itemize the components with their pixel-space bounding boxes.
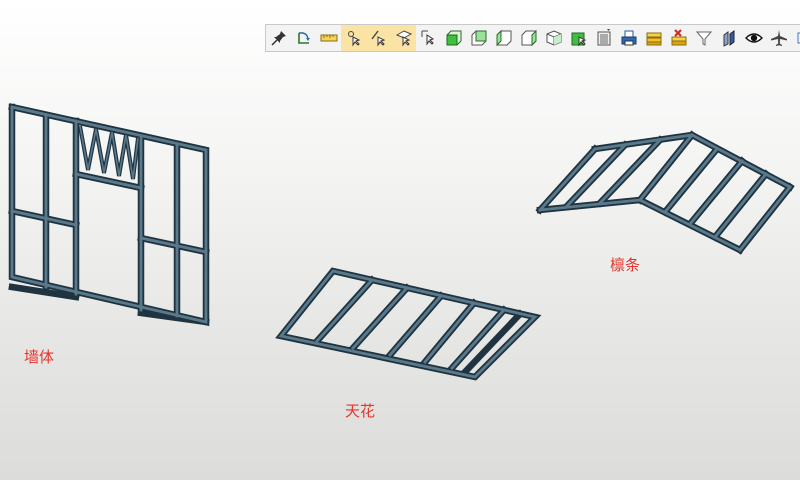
purlin-frame[interactable] (535, 130, 795, 255)
wall-label: 墙体 (24, 348, 55, 366)
purlin-label: 檩条 (610, 256, 641, 274)
ceiling-label: 天花 (345, 402, 376, 420)
viewport-canvas[interactable]: .m { fill:none; stroke:#1f3340; stroke-w… (0, 0, 800, 480)
wall-frame[interactable] (8, 103, 210, 327)
ceiling-frame[interactable] (275, 267, 542, 381)
